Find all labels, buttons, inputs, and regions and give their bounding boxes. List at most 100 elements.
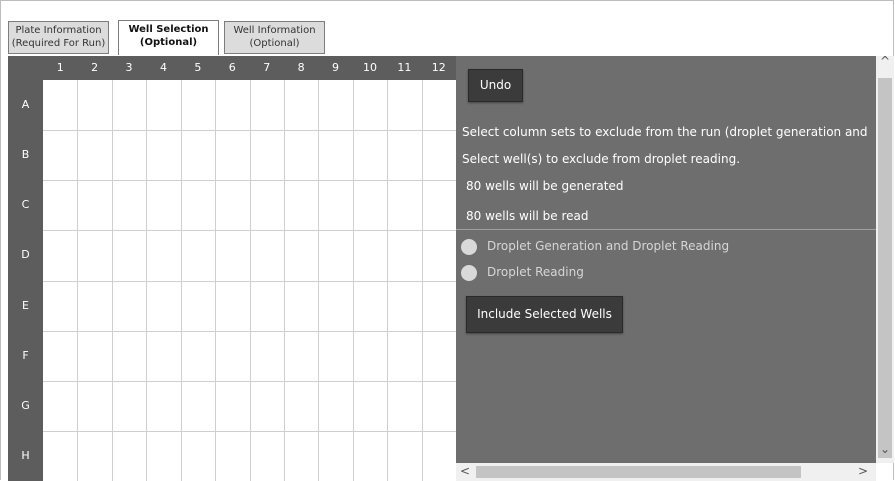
well-H3[interactable]	[112, 431, 146, 481]
well-A2[interactable]	[77, 80, 111, 130]
well-E9[interactable]	[318, 281, 352, 331]
well-G2[interactable]	[77, 381, 111, 431]
well-H8[interactable]	[284, 431, 318, 481]
well-H1[interactable]	[43, 431, 77, 481]
row-header-A[interactable]: A	[8, 80, 43, 130]
column-header-11[interactable]: 11	[387, 56, 421, 80]
well-A6[interactable]	[215, 80, 249, 130]
row-header-F[interactable]: F	[8, 331, 43, 381]
well-G8[interactable]	[284, 381, 318, 431]
vertical-scroll-thumb[interactable]	[878, 78, 892, 458]
well-B1[interactable]	[43, 130, 77, 180]
row-header-C[interactable]: C	[8, 180, 43, 230]
column-header-3[interactable]: 3	[112, 56, 146, 80]
well-F6[interactable]	[215, 331, 249, 381]
tab-plate-information[interactable]: Plate Information (Required For Run)	[8, 21, 109, 54]
well-C4[interactable]	[146, 180, 180, 230]
well-H12[interactable]	[422, 431, 456, 481]
well-F7[interactable]	[250, 331, 284, 381]
well-A5[interactable]	[181, 80, 215, 130]
column-header-9[interactable]: 9	[318, 56, 352, 80]
well-E12[interactable]	[422, 281, 456, 331]
row-header-H[interactable]: H	[8, 431, 43, 481]
well-H10[interactable]	[353, 431, 387, 481]
well-F1[interactable]	[43, 331, 77, 381]
well-C9[interactable]	[318, 180, 352, 230]
row-header-D[interactable]: D	[8, 230, 43, 280]
column-header-4[interactable]: 4	[146, 56, 180, 80]
horizontal-scrollbar[interactable]: < >	[456, 463, 876, 481]
well-F2[interactable]	[77, 331, 111, 381]
well-C5[interactable]	[181, 180, 215, 230]
well-B3[interactable]	[112, 130, 146, 180]
well-A4[interactable]	[146, 80, 180, 130]
well-G10[interactable]	[353, 381, 387, 431]
vertical-scrollbar[interactable]: ^ ⌄	[876, 54, 894, 463]
well-F11[interactable]	[387, 331, 421, 381]
chevron-left-icon[interactable]: <	[456, 464, 474, 478]
well-B9[interactable]	[318, 130, 352, 180]
tab-well-selection[interactable]: Well Selection (Optional)	[118, 20, 219, 55]
well-C12[interactable]	[422, 180, 456, 230]
well-B12[interactable]	[422, 130, 456, 180]
well-A7[interactable]	[250, 80, 284, 130]
column-header-5[interactable]: 5	[181, 56, 215, 80]
row-header-E[interactable]: E	[8, 281, 43, 331]
well-F10[interactable]	[353, 331, 387, 381]
well-B7[interactable]	[250, 130, 284, 180]
well-B4[interactable]	[146, 130, 180, 180]
well-G11[interactable]	[387, 381, 421, 431]
well-G5[interactable]	[181, 381, 215, 431]
well-C7[interactable]	[250, 180, 284, 230]
column-header-12[interactable]: 12	[422, 56, 456, 80]
well-C8[interactable]	[284, 180, 318, 230]
well-A10[interactable]	[353, 80, 387, 130]
well-D4[interactable]	[146, 230, 180, 280]
well-G12[interactable]	[422, 381, 456, 431]
well-E11[interactable]	[387, 281, 421, 331]
row-header-G[interactable]: G	[8, 381, 43, 431]
well-G7[interactable]	[250, 381, 284, 431]
well-E4[interactable]	[146, 281, 180, 331]
column-header-7[interactable]: 7	[250, 56, 284, 80]
well-A11[interactable]	[387, 80, 421, 130]
well-D8[interactable]	[284, 230, 318, 280]
well-G3[interactable]	[112, 381, 146, 431]
well-A8[interactable]	[284, 80, 318, 130]
well-D10[interactable]	[353, 230, 387, 280]
column-header-10[interactable]: 10	[353, 56, 387, 80]
well-E6[interactable]	[215, 281, 249, 331]
well-A9[interactable]	[318, 80, 352, 130]
chevron-down-icon[interactable]: ⌄	[876, 442, 894, 456]
well-H9[interactable]	[318, 431, 352, 481]
well-H5[interactable]	[181, 431, 215, 481]
chevron-up-icon[interactable]: ^	[876, 54, 894, 68]
well-H6[interactable]	[215, 431, 249, 481]
well-C6[interactable]	[215, 180, 249, 230]
well-C2[interactable]	[77, 180, 111, 230]
well-C1[interactable]	[43, 180, 77, 230]
well-B2[interactable]	[77, 130, 111, 180]
row-header-B[interactable]: B	[8, 130, 43, 180]
well-A1[interactable]	[43, 80, 77, 130]
well-D11[interactable]	[387, 230, 421, 280]
column-header-8[interactable]: 8	[284, 56, 318, 80]
radio-droplet-generation-reading[interactable]	[461, 239, 477, 255]
well-G9[interactable]	[318, 381, 352, 431]
column-header-1[interactable]: 1	[43, 56, 77, 80]
well-F8[interactable]	[284, 331, 318, 381]
well-D3[interactable]	[112, 230, 146, 280]
well-C11[interactable]	[387, 180, 421, 230]
well-G6[interactable]	[215, 381, 249, 431]
well-B10[interactable]	[353, 130, 387, 180]
well-E10[interactable]	[353, 281, 387, 331]
well-D6[interactable]	[215, 230, 249, 280]
well-F12[interactable]	[422, 331, 456, 381]
well-E5[interactable]	[181, 281, 215, 331]
well-E3[interactable]	[112, 281, 146, 331]
well-H2[interactable]	[77, 431, 111, 481]
horizontal-scroll-thumb[interactable]	[476, 466, 801, 478]
well-E1[interactable]	[43, 281, 77, 331]
well-F5[interactable]	[181, 331, 215, 381]
well-D7[interactable]	[250, 230, 284, 280]
